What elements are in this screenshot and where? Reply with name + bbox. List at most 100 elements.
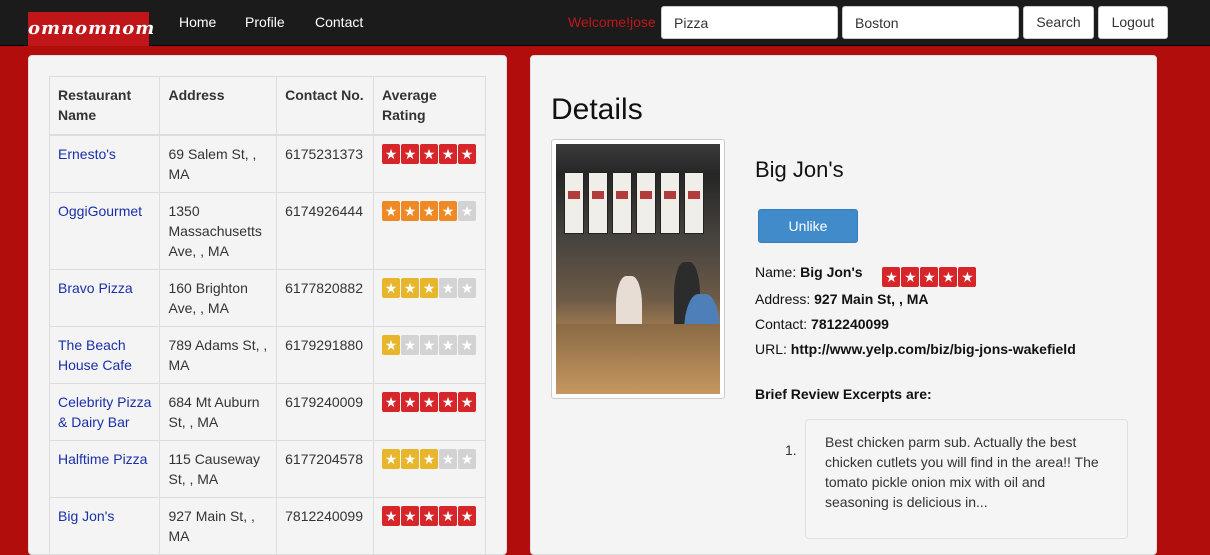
address-text: 1350 Massachusetts Ave, , MA (168, 202, 262, 259)
nav-home-link[interactable]: Home (179, 14, 216, 30)
star-icon: ★ (458, 391, 477, 412)
star-icon: ★ (920, 267, 939, 287)
star-icon: ★ (401, 334, 420, 355)
restaurant-name-cell: Celebrity Pizza & Dairy Bar (48, 382, 161, 441)
search-button[interactable]: Search (1023, 6, 1094, 39)
contact-text: 6174926444 (285, 202, 364, 219)
table-row: Ernesto's 69 Salem St, , MA 6175231373 ★ ★ ★ ★… (48, 134, 486, 193)
rating-cell: ★ ★ ★ ★ ★ (373, 268, 486, 327)
restaurant-name-cell: Big Jon's (48, 496, 161, 555)
excerpts-heading: Brief Review Excerpts are: (755, 386, 932, 402)
star-icon: ★ (401, 505, 420, 526)
table-row: OggiGourmet 1350 Massachusetts Ave, , MA 6… (48, 191, 486, 270)
restaurant-photo (551, 139, 725, 399)
address-cell: 69 Salem St, , MA (159, 134, 278, 193)
review-excerpt: Best chicken parm sub. Actually the best… (805, 419, 1128, 539)
rating-cell: ★ ★ ★ ★ ★ (373, 134, 486, 193)
address-text: 69 Salem St, , MA (168, 145, 257, 182)
detail-rating-stars: ★ ★ ★ ★ ★ (882, 267, 977, 287)
star-icon: ★ (439, 391, 458, 412)
star-icon: ★ (439, 448, 458, 469)
address-text: 789 Adams St, , MA (168, 336, 268, 373)
star-icon: ★ (882, 267, 901, 287)
detail-contact-line: Contact: 7812240099 (755, 316, 889, 332)
detail-address-line: Address: 927 Main St, , MA (755, 291, 929, 307)
restaurant-name-cell: Ernesto's (48, 134, 161, 193)
star-icon: ★ (420, 277, 439, 298)
unlike-button[interactable]: Unlike (758, 209, 858, 243)
detail-address-value: 927 Main St, , MA (814, 291, 929, 307)
star-icon: ★ (382, 143, 401, 164)
details-title: Details (551, 93, 643, 126)
address-text: 927 Main St, , MA (168, 507, 255, 544)
nav-contact-link[interactable]: Contact (315, 14, 363, 30)
table-row: Big Jon's 927 Main St, , MA 7812240099 ★ ★ ★ ★… (48, 496, 486, 555)
header-restaurant-name: Restaurant Name (48, 76, 161, 135)
address-text: 115 Causeway St, , MA (168, 450, 261, 487)
restaurant-table: Restaurant Name Address Contact No. Aver… (48, 76, 486, 555)
detail-url-value[interactable]: http://www.yelp.com/biz/big-jons-wakefie… (791, 341, 1076, 357)
address-text: 684 Mt Auburn St, , MA (168, 393, 260, 430)
address-cell: 115 Causeway St, , MA (159, 439, 278, 498)
detail-address-label: Address: (755, 291, 811, 307)
rating-cell: ★ ★ ★ ★ ★ (373, 325, 486, 384)
star-icon: ★ (439, 334, 458, 355)
contact-cell: 6179240009 (276, 382, 375, 441)
contact-text: 6177820882 (285, 279, 364, 296)
restaurant-link[interactable]: Ernesto's (58, 146, 116, 162)
table-row: The Beach House Cafe 789 Adams St, , MA 61… (48, 325, 486, 384)
restaurant-link[interactable]: Halftime Pizza (58, 451, 147, 467)
detail-contact-label: Contact: (755, 316, 808, 332)
contact-text: 6179291880 (285, 336, 364, 353)
star-icon: ★ (382, 505, 401, 526)
table-header-row: Restaurant Name Address Contact No. Aver… (48, 76, 486, 135)
search-location-input[interactable] (842, 6, 1019, 39)
table-row: Bravo Pizza 160 Brighton Ave, , MA 6177820… (48, 268, 486, 327)
restaurant-name-cell: Halftime Pizza (48, 439, 161, 498)
star-icon: ★ (958, 267, 977, 287)
star-icon: ★ (439, 200, 458, 221)
star-icon: ★ (439, 505, 458, 526)
restaurant-link[interactable]: Celebrity Pizza & Dairy Bar (58, 394, 151, 430)
restaurant-name-cell: OggiGourmet (48, 191, 161, 270)
contact-cell: 6174926444 (276, 191, 375, 270)
rating-stars: ★ ★ ★ ★ ★ (382, 391, 477, 412)
search-query-input[interactable] (661, 6, 838, 39)
header-address: Address (159, 76, 278, 135)
detail-name-value: Big Jon's (800, 264, 863, 280)
business-name-heading: Big Jon's (755, 157, 844, 182)
brand-logo[interactable]: omnomnom (28, 12, 154, 46)
restaurant-link[interactable]: Bravo Pizza (58, 280, 133, 296)
star-icon: ★ (439, 277, 458, 298)
star-icon: ★ (382, 448, 401, 469)
restaurant-link[interactable]: Big Jon's (58, 508, 114, 524)
address-text: 160 Brighton Ave, , MA (168, 279, 248, 316)
detail-name-line: Name: Big Jon's ★ ★ ★ ★ ★ (755, 264, 977, 287)
star-icon: ★ (420, 334, 439, 355)
contact-text: 6177204578 (285, 450, 364, 467)
star-icon: ★ (420, 505, 439, 526)
star-icon: ★ (458, 505, 477, 526)
restaurant-name-cell: The Beach House Cafe (48, 325, 161, 384)
star-icon: ★ (939, 267, 958, 287)
detail-url-label: URL: (755, 341, 787, 357)
rating-stars: ★ ★ ★ ★ ★ (382, 143, 477, 164)
star-icon: ★ (901, 267, 920, 287)
restaurant-name-cell: Bravo Pizza (48, 268, 161, 327)
star-icon: ★ (458, 334, 477, 355)
nav-profile-link[interactable]: Profile (245, 14, 285, 30)
star-icon: ★ (401, 448, 420, 469)
header-contact-no: Contact No. (276, 76, 375, 135)
star-icon: ★ (420, 391, 439, 412)
restaurant-link[interactable]: OggiGourmet (58, 203, 142, 219)
star-icon: ★ (401, 277, 420, 298)
logout-button[interactable]: Logout (1098, 6, 1168, 39)
restaurant-link[interactable]: The Beach House Cafe (58, 337, 132, 373)
rating-cell: ★ ★ ★ ★ ★ (373, 439, 486, 498)
rating-cell: ★ ★ ★ ★ ★ (373, 382, 486, 441)
star-icon: ★ (382, 200, 401, 221)
star-icon: ★ (420, 448, 439, 469)
contact-text: 6179240009 (285, 393, 364, 410)
address-cell: 684 Mt Auburn St, , MA (159, 382, 278, 441)
header-average-rating: Average Rating (373, 76, 486, 135)
